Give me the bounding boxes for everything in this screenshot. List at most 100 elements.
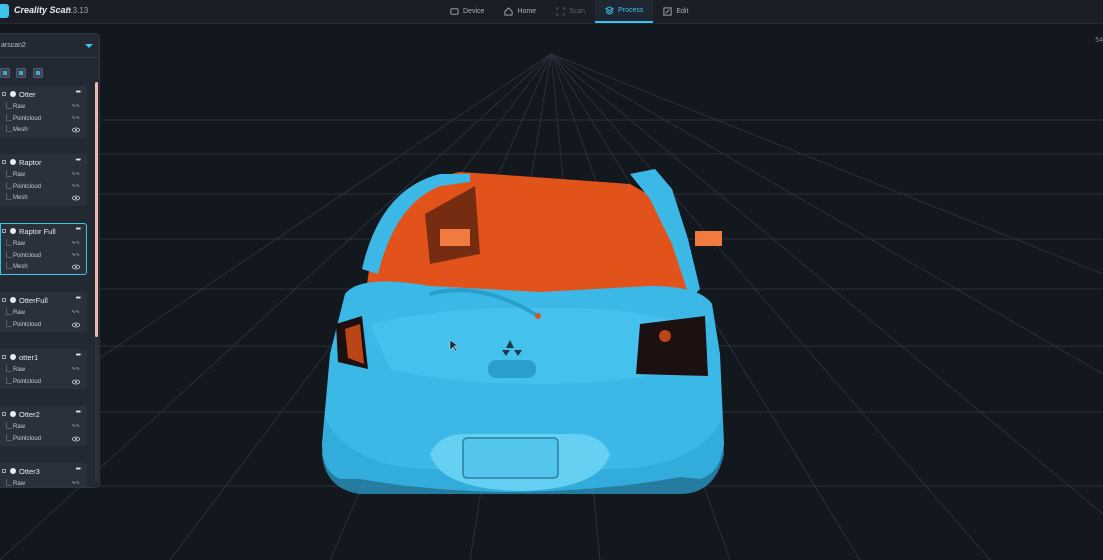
more-options-icon[interactable]: ••• [76, 352, 81, 359]
tab-device[interactable]: Device [440, 0, 494, 23]
row-label: Raw [13, 104, 26, 110]
collapse-icon[interactable] [2, 469, 6, 473]
data-row-pointcloud[interactable]: Pointcloud ∿∿ [1, 113, 86, 126]
data-row-pointcloud[interactable]: Pointcloud [1, 319, 86, 332]
more-options-icon[interactable]: ••• [76, 226, 81, 233]
data-row-raw[interactable]: Raw ∿∿ [1, 479, 86, 487]
tab-scan-label: Scan [569, 8, 586, 15]
3d-viewport[interactable] [0, 24, 1103, 560]
data-row-mesh[interactable]: Mesh [1, 193, 86, 205]
wave-icon: ∿∿ [71, 480, 80, 486]
data-row-pointcloud[interactable]: Pointcloud ∿∿ [1, 181, 86, 194]
row-label: Mesh [13, 195, 28, 201]
eye-icon[interactable] [72, 322, 80, 328]
edit-icon [663, 7, 672, 16]
tab-edit[interactable]: Edit [653, 0, 698, 23]
data-row-pointcloud[interactable]: Pointcloud [1, 376, 86, 389]
row-label: Pointcloud [13, 252, 42, 259]
wave-icon: ∿∿ [71, 251, 80, 258]
collapse-icon[interactable] [2, 160, 6, 164]
row-label: Raw [13, 172, 26, 178]
row-label: Pointcloud [13, 115, 42, 122]
row-label: Pointcloud [13, 435, 42, 442]
collapse-icon[interactable] [2, 92, 6, 96]
scanned-car-model [322, 169, 724, 494]
eye-icon[interactable] [72, 436, 80, 442]
scrollbar-thumb[interactable] [95, 82, 98, 337]
main-nav: Device Home Scan Process Edit [440, 0, 698, 23]
data-row-pointcloud[interactable]: Pointcloud ∿∿ [1, 250, 86, 263]
scan-project-panel: arscan2 Otter ••• Raw ∿∿ Pointcloud ∿∿ Mes… [0, 33, 100, 488]
collapse-icon[interactable] [2, 229, 6, 233]
project-select[interactable]: arscan2 [0, 39, 97, 53]
app-title: Creality Scan [14, 5, 72, 15]
data-row-mesh[interactable]: Mesh [1, 262, 86, 274]
tab-edit-label: Edit [676, 8, 689, 15]
collapse-icon[interactable] [2, 355, 6, 359]
scan-card-otter3[interactable]: Otter3 ••• Raw ∿∿ [0, 463, 87, 487]
tab-home[interactable]: Home [494, 0, 546, 23]
visibility-dot-icon[interactable] [10, 91, 16, 97]
delete-icon[interactable] [33, 68, 43, 78]
wave-icon: ∿∿ [71, 171, 80, 177]
chevron-down-icon [85, 44, 93, 48]
scan-card-title: otter1 [19, 353, 39, 362]
visibility-dot-icon[interactable] [10, 468, 16, 474]
row-label: Mesh [13, 264, 28, 270]
visibility-dot-icon[interactable] [10, 411, 16, 417]
eye-icon[interactable] [72, 127, 80, 133]
wave-icon: ∿∿ [71, 240, 80, 246]
more-options-icon[interactable]: ••• [76, 295, 81, 302]
tab-device-label: Device [463, 8, 485, 15]
scan-card-otter1[interactable]: otter1 ••• Raw ∿∿ Pointcloud [0, 349, 87, 389]
visibility-dot-icon[interactable] [10, 228, 16, 234]
panel-divider [0, 57, 97, 58]
more-options-icon[interactable]: ••• [76, 157, 81, 164]
process-icon [605, 6, 615, 15]
eye-icon[interactable] [72, 264, 80, 270]
project-name: arscan2 [1, 42, 26, 49]
data-row-mesh[interactable]: Mesh [1, 125, 86, 137]
app-logo-icon [0, 4, 9, 18]
collapse-icon[interactable] [2, 412, 6, 416]
scan-card-otter[interactable]: Otter ••• Raw ∿∿ Pointcloud ∿∿ Mesh [0, 86, 87, 138]
row-label: Pointcloud [13, 378, 42, 385]
more-options-icon[interactable]: ••• [76, 466, 81, 473]
eye-icon[interactable] [72, 195, 80, 201]
wave-icon: ∿∿ [71, 309, 80, 315]
data-row-raw[interactable]: Raw ∿∿ [1, 365, 86, 377]
data-row-raw[interactable]: Raw ∿∿ [1, 102, 86, 114]
merge-icon[interactable] [16, 68, 26, 78]
scan-card-otter2[interactable]: Otter2 ••• Raw ∿∿ Pointcloud [0, 406, 87, 446]
scan-card-raptor-full[interactable]: Raptor Full ••• Raw ∿∿ Pointcloud ∿∿ Mesh [0, 223, 87, 275]
row-label: Raw [13, 367, 26, 373]
data-row-raw[interactable]: Raw ∿∿ [1, 422, 86, 434]
scan-card-title: OtterFull [19, 296, 48, 305]
data-row-raw[interactable]: Raw ∿∿ [1, 170, 86, 182]
scan-card-title: Otter2 [19, 410, 40, 419]
eye-icon[interactable] [72, 379, 80, 385]
wave-icon: ∿∿ [71, 366, 80, 372]
more-options-icon[interactable]: ••• [76, 89, 81, 96]
scan-icon [556, 7, 565, 16]
data-row-raw[interactable]: Raw ∿∿ [1, 239, 86, 251]
scan-card-raptor[interactable]: Raptor ••• Raw ∿∿ Pointcloud ∿∿ Mesh [0, 154, 87, 206]
data-row-raw[interactable]: Raw ∿∿ [1, 308, 86, 320]
home-icon [504, 7, 513, 16]
scan-card-title: Otter3 [19, 467, 40, 476]
row-label: Mesh [13, 127, 28, 133]
more-options-icon[interactable]: ••• [76, 409, 81, 416]
import-icon[interactable] [0, 68, 10, 78]
row-label: Raw [13, 241, 26, 247]
scan-card-otterfull[interactable]: OtterFull ••• Raw ∿∿ Pointcloud [0, 292, 87, 332]
visibility-dot-icon[interactable] [10, 354, 16, 360]
tab-scan[interactable]: Scan [546, 0, 595, 23]
top-bar: Creality Scan 3.3.13 Device Home Scan Pr… [0, 0, 1103, 24]
visibility-dot-icon[interactable] [10, 159, 16, 165]
row-label: Raw [13, 424, 26, 430]
app-version: 3.3.13 [66, 6, 89, 15]
visibility-dot-icon[interactable] [10, 297, 16, 303]
data-row-pointcloud[interactable]: Pointcloud [1, 433, 86, 446]
collapse-icon[interactable] [2, 298, 6, 302]
tab-process[interactable]: Process [595, 0, 654, 23]
